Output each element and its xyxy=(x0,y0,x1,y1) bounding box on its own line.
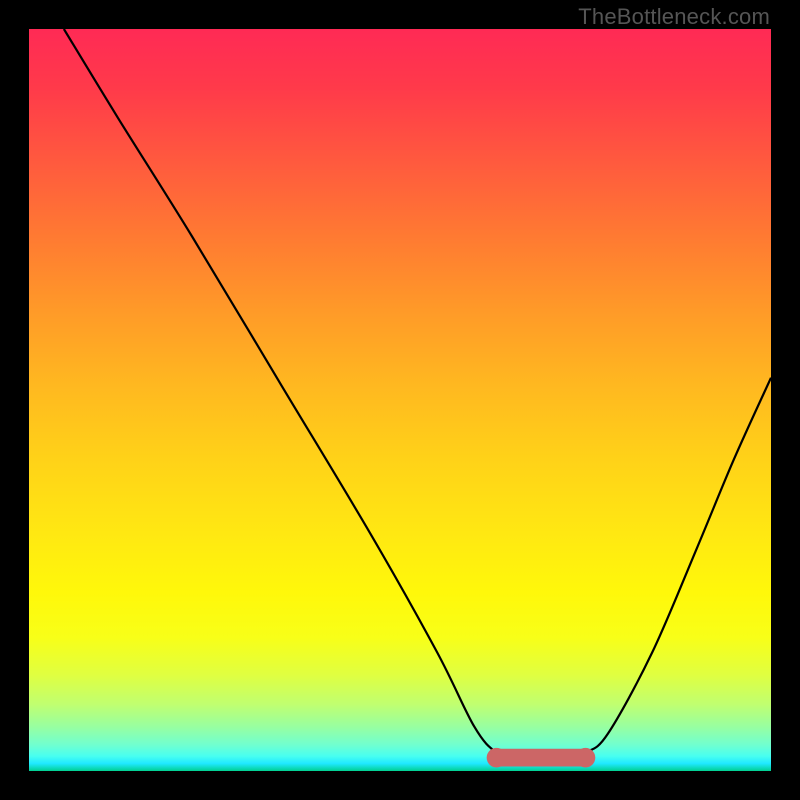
chart-container: TheBottleneck.com xyxy=(0,0,800,800)
plot-gradient-area xyxy=(29,29,771,771)
watermark-text: TheBottleneck.com xyxy=(578,4,770,30)
